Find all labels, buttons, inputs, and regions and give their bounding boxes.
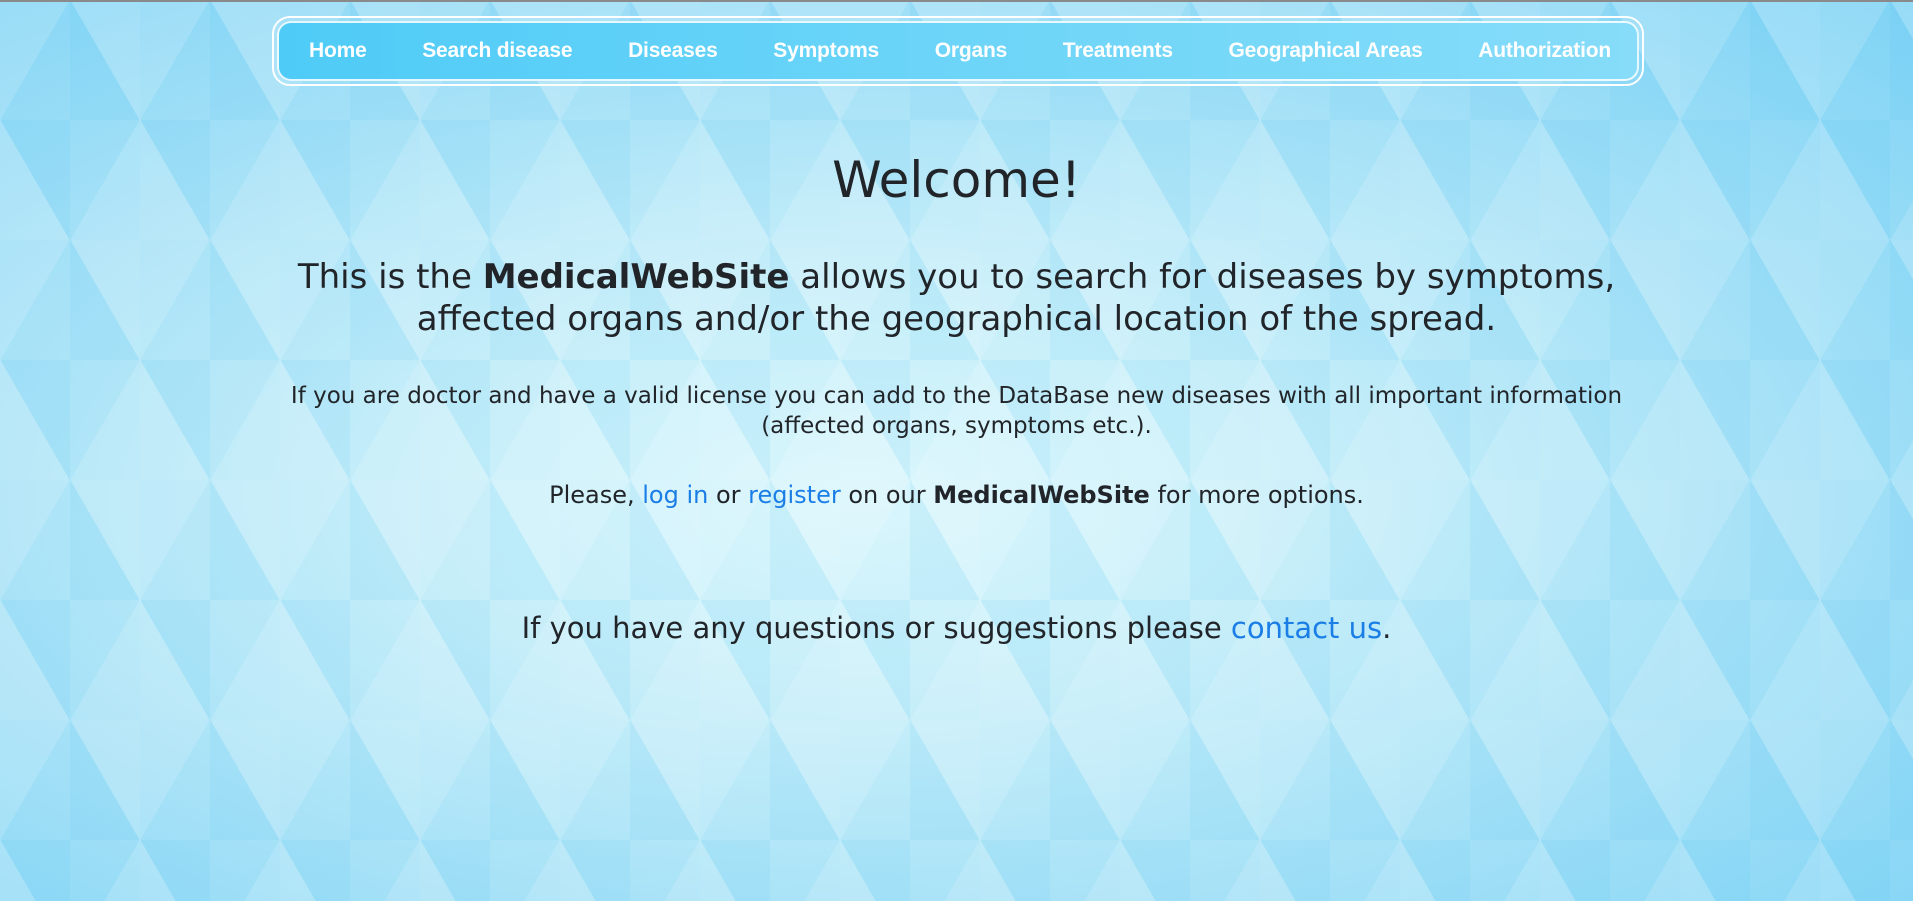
please-suffix: for more options. <box>1149 481 1364 509</box>
nav-item-symptoms[interactable]: Symptoms <box>773 39 879 63</box>
please-site-name: MedicalWebSite <box>933 481 1150 509</box>
browser-top-border <box>0 0 1913 2</box>
login-link[interactable]: log in <box>642 481 708 509</box>
register-link[interactable]: register <box>748 481 841 509</box>
nav-item-organs[interactable]: Organs <box>935 39 1008 63</box>
please-prefix: Please, <box>549 481 643 509</box>
login-prompt: Please, log in or register on our Medica… <box>0 480 1913 510</box>
intro-text: This is the MedicalWebSite allows you to… <box>280 256 1633 340</box>
contact-us-link[interactable]: contact us <box>1231 611 1382 645</box>
intro-prefix: This is the <box>297 257 483 297</box>
contact-prefix: If you have any questions or suggestions… <box>521 611 1231 645</box>
please-middle: on our <box>840 481 934 509</box>
nav-item-home[interactable]: Home <box>309 39 367 63</box>
navigation-bar: Home Search disease Diseases Symptoms Or… <box>277 21 1639 81</box>
doctor-info-text: If you are doctor and have a valid licen… <box>290 383 1623 439</box>
intro-site-name: MedicalWebSite <box>482 257 790 297</box>
nav-item-search-disease[interactable]: Search disease <box>422 39 572 63</box>
nav-item-geographical-areas[interactable]: Geographical Areas <box>1229 39 1423 63</box>
please-or: or <box>708 481 749 509</box>
contact-suffix: . <box>1382 611 1392 645</box>
contact-text: If you have any questions or suggestions… <box>0 610 1913 646</box>
main-navigation: Home Search disease Diseases Symptoms Or… <box>272 16 1644 86</box>
nav-item-authorization[interactable]: Authorization <box>1478 39 1611 63</box>
nav-item-diseases[interactable]: Diseases <box>628 39 718 63</box>
nav-item-treatments[interactable]: Treatments <box>1063 39 1173 63</box>
welcome-heading: Welcome! <box>832 151 1081 209</box>
